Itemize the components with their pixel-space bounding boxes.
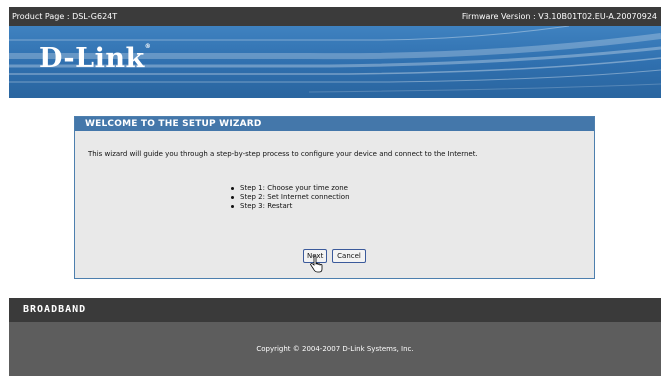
- wizard-step-item: Step 2: Set Internet connection: [231, 193, 350, 202]
- wizard-steps-list: Step 1: Choose your time zone Step 2: Se…: [231, 184, 350, 211]
- footer: Copyright © 2004-2007 D-Link Systems, In…: [9, 322, 661, 376]
- bullet-icon: [231, 195, 234, 199]
- top-info-bar: Product Page : DSL-G624T Firmware Versio…: [9, 7, 661, 26]
- wizard-step-text: Step 1: Choose your time zone: [240, 184, 348, 192]
- bullet-icon: [231, 186, 234, 190]
- dlink-logo-text: D-Link: [39, 43, 145, 74]
- wizard-step-item: Step 1: Choose your time zone: [231, 184, 350, 193]
- wizard-description: This wizard will guide you through a ste…: [88, 150, 478, 158]
- wizard-title: WELCOME TO THE SETUP WIZARD: [75, 117, 594, 131]
- copyright-text: Copyright © 2004-2007 D-Link Systems, In…: [256, 345, 414, 353]
- broadband-bar: BROADBAND: [9, 298, 661, 322]
- broadband-label: BROADBAND: [23, 304, 87, 315]
- wizard-step-item: Step 3: Restart: [231, 202, 350, 211]
- cancel-button[interactable]: Cancel: [332, 249, 366, 263]
- hand-pointer-cursor-icon: [310, 256, 323, 273]
- firmware-version-label: Firmware Version : V3.10B01T02.EU-A.2007…: [461, 12, 657, 21]
- product-page-label: Product Page : DSL-G624T: [12, 12, 118, 21]
- trademark-mark: ®: [144, 43, 152, 50]
- setup-wizard-panel: WELCOME TO THE SETUP WIZARD This wizard …: [74, 116, 595, 279]
- dlink-logo: D-Link®: [39, 43, 151, 74]
- wizard-step-text: Step 2: Set Internet connection: [240, 193, 350, 201]
- header-banner: D-Link®: [9, 26, 661, 98]
- bullet-icon: [231, 204, 234, 208]
- wizard-step-text: Step 3: Restart: [240, 202, 293, 210]
